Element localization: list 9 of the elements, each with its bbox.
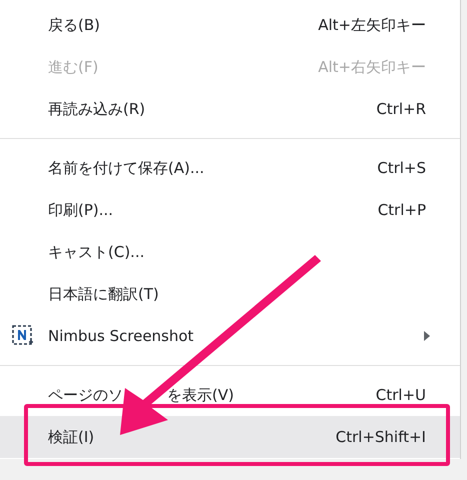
- shortcut-label: Alt+左矢印キー: [318, 14, 426, 36]
- shortcut-label: Ctrl+P: [378, 200, 426, 221]
- shortcut-label: Ctrl+S: [377, 158, 426, 179]
- menu-item[interactable]: 検証(I) Ctrl+Shift+I: [0, 416, 460, 458]
- shortcut-label: Ctrl+R: [376, 98, 426, 120]
- shortcut-label: Ctrl+U: [376, 384, 426, 406]
- screenshot-extension-icon: [12, 325, 34, 347]
- shortcut-label: Alt+右矢印キー: [318, 56, 426, 78]
- shortcut-label: Ctrl+Shift+I: [336, 426, 426, 448]
